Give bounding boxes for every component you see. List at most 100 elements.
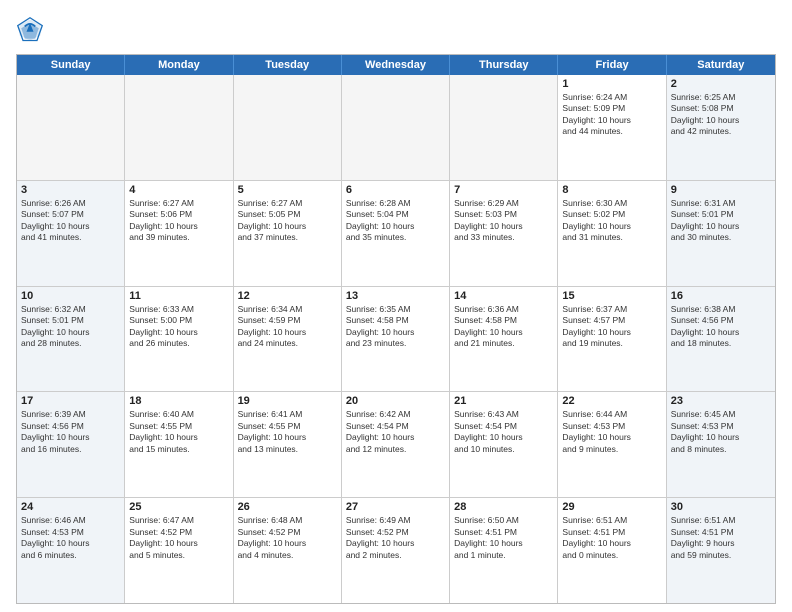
calendar-row-1: 3Sunrise: 6:26 AMSunset: 5:07 PMDaylight… [17,180,775,286]
day-cell-28: 28Sunrise: 6:50 AMSunset: 4:51 PMDayligh… [450,498,558,603]
day-cell-8: 8 Sunrise: 6:30 AMSunset: 5:02 PMDaylight… [558,181,666,286]
day-info: Sunrise: 6:37 AMSunset: 4:57 PMDaylight:… [562,304,661,350]
day-cell-19: 19 Sunrise: 6:41 AMSunset: 4:55 PMDayligh… [234,392,342,497]
day-number: 24 [21,501,120,513]
day-info: Sunrise: 6:35 AMSunset: 4:58 PMDaylight:… [346,304,445,350]
day-info: Sunrise: 6:31 AMSunset: 5:01 PMDaylight:… [671,198,771,244]
day-number: 9 [671,184,771,196]
day-info: Sunrise: 6:34 AMSunset: 4:59 PMDaylight:… [238,304,337,350]
day-number: 2 [671,78,771,90]
day-cell-3: 3Sunrise: 6:26 AMSunset: 5:07 PMDaylight… [17,181,125,286]
day-cell-17: 17 Sunrise: 6:39 AMSunset: 4:56 PMDayligh… [17,392,125,497]
weekday-header-thursday: Thursday [450,55,558,75]
day-info: Sunrise: 6:27 AMSunset: 5:06 PMDaylight:… [129,198,228,244]
day-cell-14: 14Sunrise: 6:36 AMSunset: 4:58 PMDayligh… [450,287,558,392]
day-cell-10: 10 Sunrise: 6:32 AMSunset: 5:01 PMDayligh… [17,287,125,392]
weekday-header-monday: Monday [125,55,233,75]
day-cell-27: 27 Sunrise: 6:49 AMSunset: 4:52 PMDayligh… [342,498,450,603]
empty-cell [342,75,450,180]
day-number: 29 [562,501,661,513]
day-cell-12: 12 Sunrise: 6:34 AMSunset: 4:59 PMDayligh… [234,287,342,392]
empty-cell [234,75,342,180]
day-number: 8 [562,184,661,196]
day-number: 21 [454,395,553,407]
day-info: Sunrise: 6:44 AMSunset: 4:53 PMDaylight:… [562,409,661,455]
day-info: Sunrise: 6:49 AMSunset: 4:52 PMDaylight:… [346,515,445,561]
day-info: Sunrise: 6:29 AMSunset: 5:03 PMDaylight:… [454,198,553,244]
logo [16,16,50,44]
empty-cell [17,75,125,180]
day-cell-1: 1 Sunrise: 6:24 AMSunset: 5:09 PMDaylight… [558,75,666,180]
day-number: 16 [671,290,771,302]
day-cell-18: 18 Sunrise: 6:40 AMSunset: 4:55 PMDayligh… [125,392,233,497]
day-info: Sunrise: 6:40 AMSunset: 4:55 PMDaylight:… [129,409,228,455]
weekday-header-friday: Friday [558,55,666,75]
day-number: 14 [454,290,553,302]
day-number: 17 [21,395,120,407]
day-number: 26 [238,501,337,513]
day-number: 12 [238,290,337,302]
day-cell-11: 11 Sunrise: 6:33 AMSunset: 5:00 PMDayligh… [125,287,233,392]
calendar-body: 1 Sunrise: 6:24 AMSunset: 5:09 PMDaylight… [17,75,775,603]
day-number: 15 [562,290,661,302]
day-number: 5 [238,184,337,196]
day-cell-5: 5 Sunrise: 6:27 AMSunset: 5:05 PMDaylight… [234,181,342,286]
day-cell-23: 23Sunrise: 6:45 AMSunset: 4:53 PMDayligh… [667,392,775,497]
day-number: 25 [129,501,228,513]
day-cell-15: 15 Sunrise: 6:37 AMSunset: 4:57 PMDayligh… [558,287,666,392]
empty-cell [450,75,558,180]
day-number: 1 [562,78,661,90]
day-cell-20: 20 Sunrise: 6:42 AMSunset: 4:54 PMDayligh… [342,392,450,497]
calendar-header: SundayMondayTuesdayWednesdayThursdayFrid… [17,55,775,75]
day-info: Sunrise: 6:45 AMSunset: 4:53 PMDaylight:… [671,409,771,455]
day-info: Sunrise: 6:30 AMSunset: 5:02 PMDaylight:… [562,198,661,244]
day-info: Sunrise: 6:24 AMSunset: 5:09 PMDaylight:… [562,92,661,138]
day-info: Sunrise: 6:42 AMSunset: 4:54 PMDaylight:… [346,409,445,455]
calendar-row-4: 24 Sunrise: 6:46 AMSunset: 4:53 PMDayligh… [17,497,775,603]
day-info: Sunrise: 6:51 AMSunset: 4:51 PMDaylight:… [562,515,661,561]
day-info: Sunrise: 6:39 AMSunset: 4:56 PMDaylight:… [21,409,120,455]
day-number: 27 [346,501,445,513]
day-number: 3 [21,184,120,196]
calendar-row-0: 1 Sunrise: 6:24 AMSunset: 5:09 PMDaylight… [17,75,775,180]
day-number: 18 [129,395,228,407]
weekday-header-sunday: Sunday [17,55,125,75]
day-cell-7: 7 Sunrise: 6:29 AMSunset: 5:03 PMDaylight… [450,181,558,286]
day-number: 10 [21,290,120,302]
weekday-header-saturday: Saturday [667,55,775,75]
day-info: Sunrise: 6:43 AMSunset: 4:54 PMDaylight:… [454,409,553,455]
day-info: Sunrise: 6:28 AMSunset: 5:04 PMDaylight:… [346,198,445,244]
day-cell-22: 22 Sunrise: 6:44 AMSunset: 4:53 PMDayligh… [558,392,666,497]
day-cell-9: 9 Sunrise: 6:31 AMSunset: 5:01 PMDaylight… [667,181,775,286]
day-number: 19 [238,395,337,407]
day-info: Sunrise: 6:27 AMSunset: 5:05 PMDaylight:… [238,198,337,244]
day-cell-6: 6 Sunrise: 6:28 AMSunset: 5:04 PMDaylight… [342,181,450,286]
day-cell-25: 25 Sunrise: 6:47 AMSunset: 4:52 PMDayligh… [125,498,233,603]
day-info: Sunrise: 6:41 AMSunset: 4:55 PMDaylight:… [238,409,337,455]
day-cell-13: 13 Sunrise: 6:35 AMSunset: 4:58 PMDayligh… [342,287,450,392]
day-info: Sunrise: 6:50 AMSunset: 4:51 PMDaylight:… [454,515,553,561]
day-number: 7 [454,184,553,196]
day-cell-16: 16Sunrise: 6:38 AMSunset: 4:56 PMDayligh… [667,287,775,392]
day-number: 11 [129,290,228,302]
day-cell-30: 30Sunrise: 6:51 AMSunset: 4:51 PMDayligh… [667,498,775,603]
day-info: Sunrise: 6:46 AMSunset: 4:53 PMDaylight:… [21,515,120,561]
day-info: Sunrise: 6:25 AMSunset: 5:08 PMDaylight:… [671,92,771,138]
day-cell-29: 29 Sunrise: 6:51 AMSunset: 4:51 PMDayligh… [558,498,666,603]
logo-icon [16,16,44,44]
day-cell-26: 26Sunrise: 6:48 AMSunset: 4:52 PMDayligh… [234,498,342,603]
day-info: Sunrise: 6:32 AMSunset: 5:01 PMDaylight:… [21,304,120,350]
calendar-row-2: 10 Sunrise: 6:32 AMSunset: 5:01 PMDayligh… [17,286,775,392]
day-info: Sunrise: 6:47 AMSunset: 4:52 PMDaylight:… [129,515,228,561]
day-number: 13 [346,290,445,302]
day-number: 6 [346,184,445,196]
weekday-header-tuesday: Tuesday [234,55,342,75]
header [16,16,776,44]
day-cell-21: 21 Sunrise: 6:43 AMSunset: 4:54 PMDayligh… [450,392,558,497]
day-info: Sunrise: 6:33 AMSunset: 5:00 PMDaylight:… [129,304,228,350]
day-cell-4: 4Sunrise: 6:27 AMSunset: 5:06 PMDaylight… [125,181,233,286]
day-number: 20 [346,395,445,407]
calendar-row-3: 17 Sunrise: 6:39 AMSunset: 4:56 PMDayligh… [17,391,775,497]
day-number: 22 [562,395,661,407]
day-cell-24: 24 Sunrise: 6:46 AMSunset: 4:53 PMDayligh… [17,498,125,603]
